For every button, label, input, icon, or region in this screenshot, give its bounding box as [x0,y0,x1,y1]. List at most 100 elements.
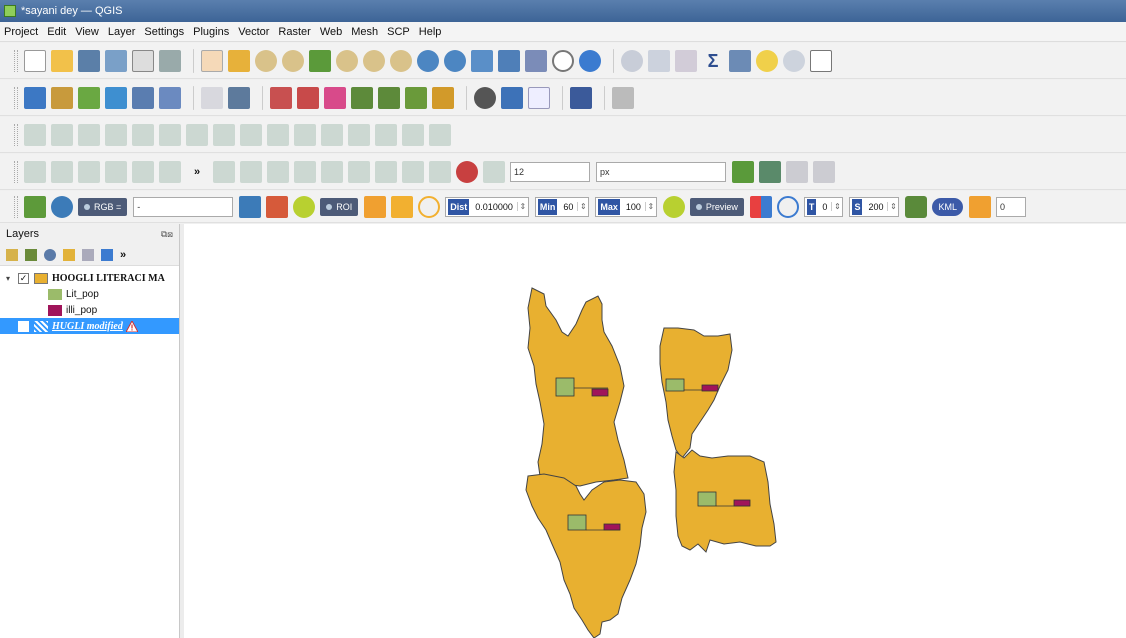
filter-legend-icon[interactable] [63,248,75,261]
s-spinbox[interactable]: S 200 ⇕ [849,196,900,217]
plugin-globe-icon[interactable] [474,86,496,109]
add-point-icon[interactable] [51,123,73,146]
add-group-icon[interactable] [25,248,37,261]
undo-icon[interactable] [402,160,424,183]
offset-curve-icon[interactable] [294,123,316,146]
t-spinbox[interactable]: T 0 ⇕ [803,196,844,217]
magnet-snapping-icon[interactable] [456,160,478,183]
unit-select[interactable]: px [596,161,726,182]
label-options-icon[interactable] [432,86,454,109]
menu-scp[interactable]: SCP [387,26,410,38]
toolbar-grip[interactable] [14,86,18,109]
scp-redo-preview-icon[interactable] [776,195,799,218]
scp-classification-preview-icon[interactable] [749,195,772,218]
copy-features-icon[interactable] [294,160,316,183]
zoom-selection-icon[interactable] [336,49,358,72]
topology-icon[interactable] [483,160,505,183]
python-console-icon[interactable] [501,86,523,109]
menu-plugins[interactable]: Plugins [193,26,229,38]
zoom-next-icon[interactable] [444,49,466,72]
menu-settings[interactable]: Settings [144,26,184,38]
add-polygon-icon[interactable] [105,123,127,146]
district-polygon[interactable] [659,327,733,459]
digitize-icon[interactable] [105,86,127,109]
trace-icon[interactable] [240,160,262,183]
menu-edit[interactable]: Edit [47,26,66,38]
rgb-band-select[interactable]: - [133,196,234,217]
max-spinbox[interactable]: Max 100 ⇕ [595,196,657,217]
select-features-icon[interactable] [759,160,781,183]
bookmarks-icon[interactable] [525,49,547,72]
refresh-icon[interactable] [579,49,601,72]
pan-to-selection-icon[interactable] [228,49,250,72]
statistics-sigma-icon[interactable]: Σ [702,50,724,72]
locate-icon[interactable] [783,49,805,72]
snapping-icon[interactable] [213,160,235,183]
move-label-icon[interactable] [324,86,346,109]
menu-project[interactable]: Project [4,26,38,38]
layer-row-group[interactable]: ▾ ✓ HOOGLI LITERACI MA [0,270,179,286]
menu-view[interactable]: View [75,26,99,38]
rotate-label-icon[interactable] [378,86,400,109]
data-source-manager-icon[interactable] [24,86,46,109]
preview-button[interactable]: Preview [689,197,744,216]
add-mesh-icon[interactable] [159,86,181,109]
more-tools-chevron-icon[interactable]: » [120,249,132,261]
add-delimited-text-icon[interactable] [78,86,100,109]
layer-visibility-checkbox[interactable] [18,320,29,332]
add-spatialite-icon[interactable] [132,86,154,109]
spin-arrows-icon[interactable]: ⇕ [887,202,898,211]
cut-features-icon[interactable] [348,160,370,183]
roi-button[interactable]: ROI [320,197,359,216]
scp-redo-roi-icon[interactable] [418,195,441,218]
scp-niwa-icon[interactable] [528,86,550,109]
simplify-icon[interactable] [321,123,343,146]
annotation-icon[interactable] [267,160,289,183]
fill-ring-icon[interactable] [402,123,424,146]
min-spinbox[interactable]: Min 60 ⇕ [534,196,590,217]
print-layout-icon[interactable] [132,49,154,72]
style-panel-icon[interactable] [6,248,18,261]
filter-expression-icon[interactable] [82,248,94,261]
rectangle-icon[interactable] [105,160,127,183]
toolbar-grip[interactable] [14,49,18,72]
toolbar-grip[interactable] [14,123,18,146]
add-vector-icon[interactable] [51,86,73,109]
open-project-icon[interactable] [51,49,73,72]
delete-selected-icon[interactable] [375,160,397,183]
vertex-tool-icon[interactable] [132,123,154,146]
toolbar-grip[interactable] [14,195,18,218]
district-polygon[interactable] [673,449,777,553]
last-value-input[interactable]: 0 [996,196,1026,217]
style-manager-icon[interactable] [159,49,181,72]
zoom-in-icon[interactable] [255,49,277,72]
invert-selection-icon[interactable] [813,160,835,183]
spin-arrows-icon[interactable]: ⇕ [644,202,656,211]
menu-help[interactable]: Help [419,26,442,38]
scp-add-roi-icon[interactable] [391,195,414,218]
add-part-icon[interactable] [375,123,397,146]
panel-float-close-icon[interactable]: ⧉⊠ [161,229,173,240]
menu-layer[interactable]: Layer [108,26,136,38]
save-project-icon[interactable] [78,49,100,72]
save-as-icon[interactable] [105,49,127,72]
kml-button[interactable]: KML [932,197,963,216]
menu-mesh[interactable]: Mesh [351,26,378,38]
scp-trash-icon[interactable] [905,195,928,218]
overflow-chevron-icon[interactable]: » [186,161,208,183]
rotate-feature-icon[interactable] [429,123,451,146]
regular-polygon-icon[interactable] [132,160,154,183]
split-features-icon[interactable] [186,123,208,146]
scp-region-grow-icon[interactable] [364,195,387,218]
layer-row-selected[interactable]: HUGLI modified [0,318,179,334]
district-polygon[interactable] [527,287,629,487]
deselect-icon[interactable] [786,160,808,183]
help-icon[interactable] [570,86,592,109]
delete-part-icon[interactable] [267,123,289,146]
visibility-icon[interactable] [44,248,56,261]
new-project-icon[interactable] [24,49,46,72]
filter-icon[interactable] [732,160,754,183]
pan-hand-icon[interactable] [201,49,223,72]
toolbar-grip[interactable] [14,160,18,183]
menu-raster[interactable]: Raster [278,26,310,38]
